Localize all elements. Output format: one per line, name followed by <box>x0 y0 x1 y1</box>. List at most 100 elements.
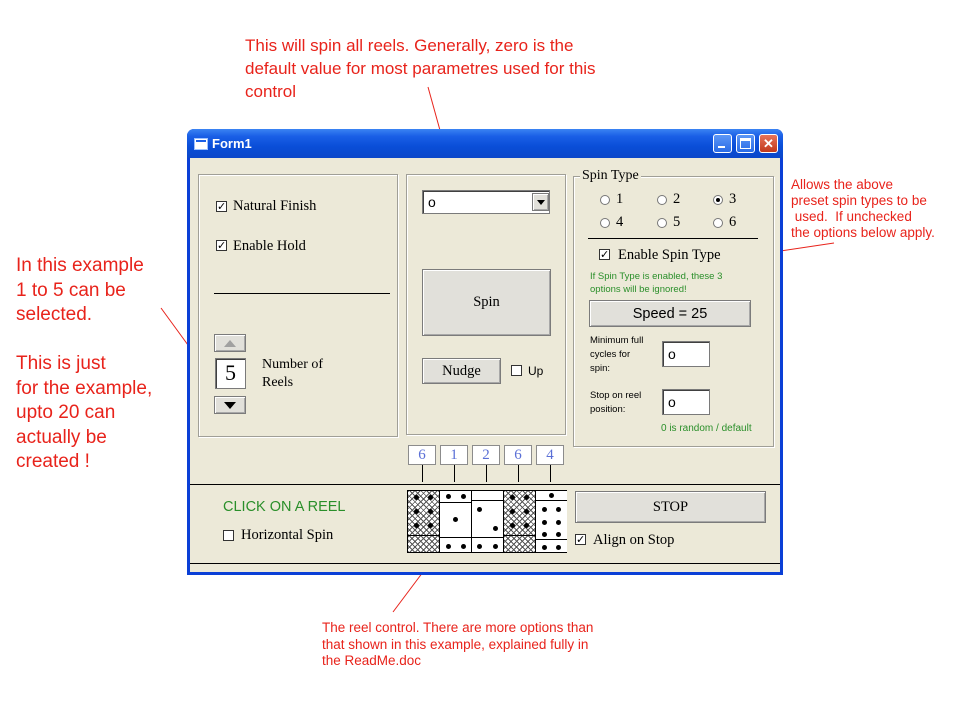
min-cycles-input[interactable]: o <box>662 341 710 367</box>
spin-type-legend: Spin Type <box>580 168 641 184</box>
spin-value-combobox[interactable]: o <box>422 190 550 214</box>
annotation-line: 1 to 5 can be <box>16 279 126 301</box>
spin-type-radio-5[interactable] <box>657 218 667 228</box>
combo-dropdown-button[interactable] <box>532 193 549 211</box>
reels-label-2: Reels <box>262 375 294 390</box>
stop-position-label-1: Stop on reel <box>590 390 642 401</box>
up-label: Up <box>528 364 544 378</box>
enable-spin-type-checkbox[interactable]: ✓ <box>599 249 610 260</box>
spin-type-radio-6[interactable] <box>713 218 723 228</box>
click-on-reel-label: CLICK ON A REEL <box>223 499 346 515</box>
min-cycles-label-1: Minimum full <box>590 335 644 346</box>
annotation-line: This will spin all reels. Generally, zer… <box>245 36 574 55</box>
annotation-line: the options below apply. <box>791 225 935 240</box>
reel-control[interactable] <box>407 490 567 553</box>
reel-tick <box>486 465 487 482</box>
reel-number-3: 2 <box>472 445 500 465</box>
speed-button[interactable]: Speed = 25 <box>589 300 751 327</box>
annotation-line: preset spin types to be <box>791 193 927 208</box>
enable-hold-checkbox[interactable]: ✓ <box>216 240 227 251</box>
annotation-line: created ! <box>16 451 90 472</box>
chevron-down-icon <box>536 199 545 205</box>
reel-1[interactable] <box>408 491 440 552</box>
combo-value: o <box>428 194 436 210</box>
close-button[interactable]: ✕ <box>759 134 778 153</box>
spin-type-option-3: 3 <box>729 191 737 207</box>
spin-type-radio-3[interactable] <box>713 195 723 205</box>
spin-type-divider <box>588 238 758 239</box>
reels-label-1: Number of <box>262 357 324 372</box>
annotation-line: default value for most parametres used f… <box>245 59 596 78</box>
spin-type-radio-1[interactable] <box>600 195 610 205</box>
spin-button[interactable]: Spin <box>422 269 551 336</box>
down-arrow-icon <box>224 401 236 409</box>
align-on-stop-checkbox[interactable]: ✓ <box>575 534 586 545</box>
reel-number-5: 4 <box>536 445 564 465</box>
maximize-icon <box>740 138 751 149</box>
stop-position-input[interactable]: o <box>662 389 710 415</box>
spin-type-radio-4[interactable] <box>600 218 610 228</box>
spin-type-radio-2[interactable] <box>657 195 667 205</box>
annotation-line: In this example <box>16 255 144 276</box>
reel-tick <box>422 465 423 482</box>
annotation-spin-note: This will spin all reels. Generally, zer… <box>245 34 596 103</box>
up-arrow-icon <box>224 339 236 347</box>
close-icon: ✕ <box>763 136 774 151</box>
annotation-line: actually be <box>16 426 107 448</box>
window-title: Form1 <box>212 136 252 151</box>
section-separator-top <box>190 484 780 485</box>
min-cycles-label-3: spin: <box>590 363 611 374</box>
reel-4[interactable] <box>504 491 536 552</box>
enable-spin-type-label: Enable Spin Type <box>618 247 721 263</box>
random-default-note: 0 is random / default <box>661 423 752 434</box>
spin-type-note-1: If Spin Type is enabled, these 3 <box>590 271 723 282</box>
spin-type-option-5: 5 <box>673 214 681 230</box>
annotation-spacer <box>16 328 152 353</box>
spin-type-option-2: 2 <box>673 191 681 207</box>
min-cycles-label-2: cycles for <box>590 349 631 360</box>
spin-type-option-1: 1 <box>616 191 624 207</box>
annotation-reels-note: In this example 1 to 5 can be selected. … <box>16 254 152 475</box>
minimize-button[interactable] <box>713 134 732 153</box>
annotation-line: that shown in this example, explained fu… <box>322 636 589 652</box>
section-separator-bottom <box>190 563 780 564</box>
reels-up-button[interactable] <box>214 334 246 352</box>
reels-count-field[interactable]: 5 <box>215 358 246 389</box>
divider-line <box>214 293 390 294</box>
reel-number-1: 6 <box>408 445 436 465</box>
reel-5[interactable] <box>536 491 567 552</box>
annotation-spin-type-note: Allows the above preset spin types to be… <box>791 177 935 241</box>
annotation-line: the ReadMe.doc <box>322 653 422 668</box>
annotation-line: Allows the above <box>791 177 894 192</box>
natural-finish-label: Natural Finish <box>233 198 317 214</box>
spin-type-option-6: 6 <box>729 214 737 230</box>
annotation-line: selected. <box>16 304 93 325</box>
stop-position-label-2: position: <box>590 404 626 415</box>
up-checkbox[interactable] <box>511 365 522 376</box>
horizontal-spin-checkbox[interactable] <box>223 530 234 541</box>
enable-hold-label: Enable Hold <box>233 238 306 254</box>
spin-type-option-4: 4 <box>616 214 624 230</box>
form-client-area: ✓ Natural Finish ✓ Enable Hold 5 Number … <box>190 158 780 572</box>
form-window: Form1 ✕ ✓ Natural Finish ✓ Enable Hold 5… <box>187 129 783 575</box>
annotation-line: control <box>245 82 297 101</box>
reels-down-button[interactable] <box>214 396 246 414</box>
reel-tick <box>518 465 519 482</box>
stop-button[interactable]: STOP <box>575 491 766 523</box>
annotation-line: for the example, <box>16 377 153 399</box>
minimize-icon <box>718 146 725 148</box>
align-on-stop-label: Align on Stop <box>593 532 675 548</box>
maximize-button[interactable] <box>736 134 755 153</box>
natural-finish-checkbox[interactable]: ✓ <box>216 201 227 212</box>
reel-number-4: 6 <box>504 445 532 465</box>
reel-2[interactable] <box>440 491 472 552</box>
nudge-button[interactable]: Nudge <box>422 358 501 384</box>
horizontal-spin-label: Horizontal Spin <box>241 527 334 543</box>
annotation-line: This is just <box>16 353 106 374</box>
reel-tick <box>454 465 455 482</box>
reel-3[interactable] <box>472 491 504 552</box>
title-bar[interactable]: Form1 ✕ <box>187 129 783 158</box>
reel-tick <box>550 465 551 482</box>
annotation-reel-control-note: The reel control. There are more options… <box>322 620 593 670</box>
annotation-line: used. If unchecked <box>791 209 912 224</box>
